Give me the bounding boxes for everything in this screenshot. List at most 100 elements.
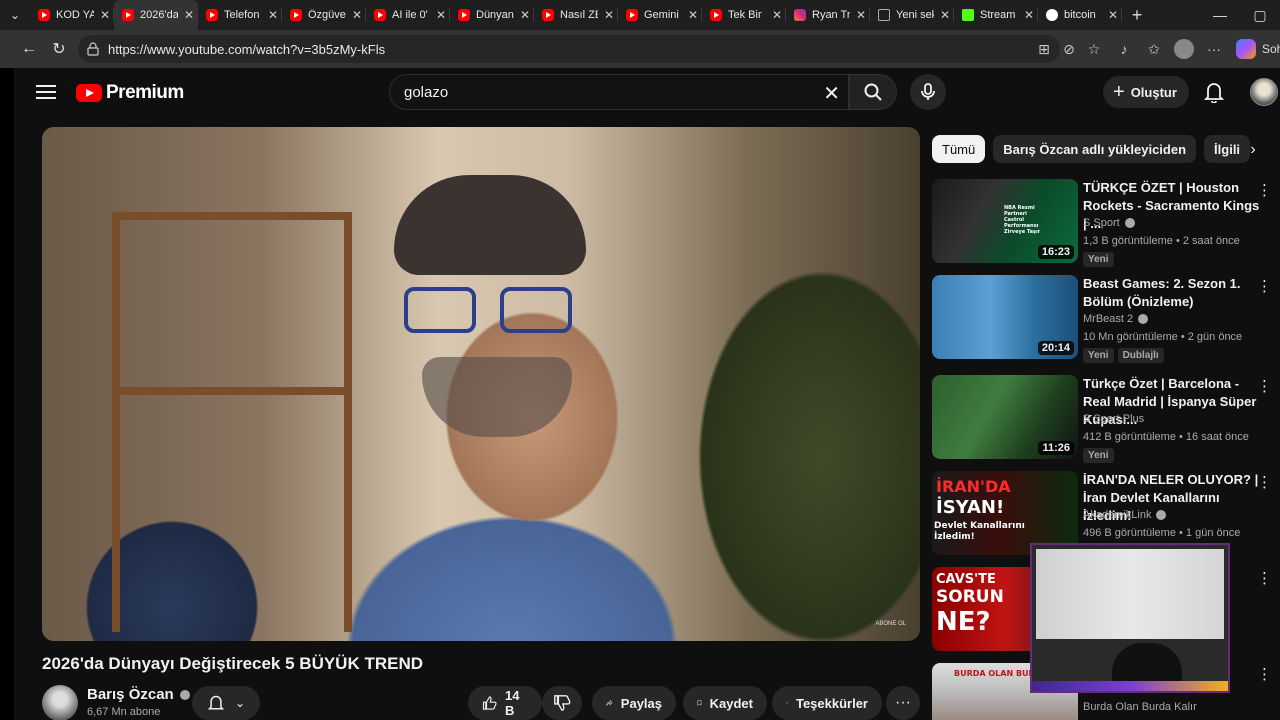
address-bar[interactable]: https://www.youtube.com/watch?v=3b5zMy-k… xyxy=(78,35,1060,63)
close-tab-icon[interactable]: ✕ xyxy=(352,8,362,22)
bell-icon xyxy=(207,695,225,710)
search-box: ✕ xyxy=(389,74,849,110)
clear-search-icon[interactable]: ✕ xyxy=(823,81,840,106)
video-duration: 20:14 xyxy=(1037,341,1074,355)
browser-tab[interactable]: Dünyan ✕ xyxy=(450,0,534,30)
video-player[interactable]: ABONE OL xyxy=(42,127,920,641)
browser-toolbar: ← ↻ https://www.youtube.com/watch?v=3b5z… xyxy=(0,30,1280,68)
video-menu-icon[interactable]: ⋮ xyxy=(1257,277,1272,295)
thanks-button[interactable]: $ Teşekkürler xyxy=(772,686,882,720)
profile-icon[interactable] xyxy=(1174,39,1194,59)
close-tab-icon[interactable]: ✕ xyxy=(268,8,278,22)
favorites-icon[interactable]: ✩ xyxy=(1144,39,1164,59)
video-channel[interactable]: S Sport xyxy=(1083,217,1135,229)
video-menu-icon[interactable]: ⋮ xyxy=(1257,569,1272,587)
back-icon[interactable]: ← xyxy=(14,34,44,64)
close-tab-icon[interactable]: ✕ xyxy=(1024,8,1034,22)
browser-tab[interactable]: Nasıl ZE ✕ xyxy=(534,0,618,30)
video-menu-icon[interactable]: ⋮ xyxy=(1257,181,1272,199)
reload-icon[interactable]: ↻ xyxy=(44,34,74,64)
browser-tab[interactable]: Ryan Tr ✕ xyxy=(786,0,870,30)
video-channel[interactable]: MrBeast 2 xyxy=(1083,313,1149,325)
chevron-right-icon[interactable]: › xyxy=(1242,140,1264,160)
video-thumbnail[interactable]: 11:26 xyxy=(932,375,1078,459)
new-tab-button[interactable]: + xyxy=(1122,5,1152,26)
close-tab-icon[interactable]: ✕ xyxy=(772,8,782,22)
url-text: https://www.youtube.com/watch?v=3b5zMy-k… xyxy=(108,41,386,57)
video-channel[interactable]: AkademikLink xyxy=(1083,509,1167,521)
search-input[interactable] xyxy=(404,83,784,101)
account-avatar[interactable] xyxy=(1250,78,1278,106)
video-menu-icon[interactable]: ⋮ xyxy=(1257,473,1272,491)
notifications-button[interactable] xyxy=(1200,78,1228,106)
browser-tab[interactable]: Telefon ✕ xyxy=(198,0,282,30)
close-tab-icon[interactable]: ✕ xyxy=(940,8,950,22)
dislike-button[interactable] xyxy=(542,686,582,720)
video-channel[interactable]: Burda Olan Burda Kalır xyxy=(1083,701,1197,713)
save-button[interactable]: Kaydet xyxy=(683,686,767,720)
browser-tab[interactable]: bitcoin ✕ xyxy=(1038,0,1122,30)
close-tab-icon[interactable]: ✕ xyxy=(1108,8,1118,22)
browser-tab[interactable]: Yeni sek ✕ xyxy=(870,0,954,30)
video-meta: 496 B görüntüleme • 1 gün önce xyxy=(1083,527,1241,539)
menu-icon[interactable] xyxy=(36,82,56,102)
browser-tab-active[interactable]: 2026'da ✕ xyxy=(114,0,198,30)
browser-tab[interactable]: KOD YA ✕ xyxy=(30,0,114,30)
close-tab-icon[interactable]: ✕ xyxy=(604,8,614,22)
close-tab-icon[interactable]: ✕ xyxy=(184,8,194,22)
settings-more-icon[interactable]: ··· xyxy=(1204,39,1224,59)
site-info-icon[interactable] xyxy=(86,42,100,56)
tab-actions-menu-icon[interactable]: ⌄ xyxy=(0,0,30,30)
bell-icon xyxy=(1204,83,1224,103)
recommended-video[interactable]: 20:14 Beast Games: 2. Sezon 1. Bölüm (Ön… xyxy=(932,275,1278,365)
tracking-prevention-icon[interactable]: ⊘ xyxy=(1059,39,1079,59)
browser-tab[interactable]: AI ile 0' ✕ xyxy=(366,0,450,30)
search-button[interactable] xyxy=(849,74,897,110)
video-title[interactable]: Beast Games: 2. Sezon 1. Bölüm (Önizleme… xyxy=(1083,275,1263,311)
video-channel[interactable]: S Sport Plus xyxy=(1083,413,1144,425)
channel-name-text: Barış Özcan xyxy=(87,686,174,703)
channel-name[interactable]: Barış Özcan xyxy=(87,686,190,703)
voice-search-button[interactable] xyxy=(910,74,946,110)
share-button[interactable]: Paylaş xyxy=(592,686,676,720)
copilot-label[interactable]: Soh xyxy=(1262,42,1280,56)
like-button[interactable]: 14 B xyxy=(468,686,542,720)
app-available-icon[interactable]: ⊞ xyxy=(1034,39,1054,59)
chip-all[interactable]: Tümü xyxy=(932,135,986,163)
video-meta: 1,3 B görüntüleme • 2 saat önce xyxy=(1083,235,1240,247)
youtube-logo-icon xyxy=(76,84,102,102)
thumbnail-text: İSYAN! xyxy=(936,497,1005,518)
close-tab-icon[interactable]: ✕ xyxy=(100,8,110,22)
video-thumbnail[interactable]: NBA Resmi Partneri Castrol Performansı Z… xyxy=(932,179,1078,263)
video-menu-icon[interactable]: ⋮ xyxy=(1257,665,1272,683)
close-tab-icon[interactable]: ✕ xyxy=(436,8,446,22)
video-badges: Yeni xyxy=(1083,448,1114,463)
browser-tab[interactable]: Tek Bir ✕ xyxy=(702,0,786,30)
subscription-notifications-button[interactable]: ⌄ xyxy=(192,686,260,720)
close-tab-icon[interactable]: ✕ xyxy=(520,8,530,22)
create-button[interactable]: + Oluştur xyxy=(1103,76,1189,108)
chip-from-uploader[interactable]: Barış Özcan adlı yükleyiciden xyxy=(993,135,1197,163)
browser-tab[interactable]: Stream ✕ xyxy=(954,0,1038,30)
youtube-icon xyxy=(626,9,638,21)
channel-avatar[interactable] xyxy=(42,685,78,720)
subscriber-count: 6,67 Mn abone xyxy=(87,706,161,718)
close-tab-icon[interactable]: ✕ xyxy=(856,8,866,22)
thumbnail-text: NBA Resmi Partneri Castrol Performansı Z… xyxy=(1004,205,1041,235)
video-thumbnail[interactable]: 20:14 xyxy=(932,275,1078,359)
minimize-icon[interactable]: — xyxy=(1200,0,1240,30)
favorite-star-icon[interactable]: ☆ xyxy=(1084,39,1104,59)
extensions-icon[interactable]: ♪ xyxy=(1114,39,1134,59)
maximize-icon[interactable]: ▢ xyxy=(1240,0,1280,30)
youtube-logo[interactable]: Premium xyxy=(76,82,184,104)
subscribe-watermark[interactable]: ABONE OL xyxy=(875,621,906,627)
copilot-icon[interactable] xyxy=(1236,39,1256,59)
browser-tab[interactable]: Gemini ✕ xyxy=(618,0,702,30)
recommended-video[interactable]: 11:26 Türkçe Özet | Barcelona - Real Mad… xyxy=(932,375,1278,465)
more-actions-button[interactable]: ··· xyxy=(886,686,920,720)
channel-name-text: Burda Olan Burda Kalır xyxy=(1083,701,1197,713)
close-tab-icon[interactable]: ✕ xyxy=(688,8,698,22)
browser-tab[interactable]: Özgüve ✕ xyxy=(282,0,366,30)
video-menu-icon[interactable]: ⋮ xyxy=(1257,377,1272,395)
recommended-video[interactable]: NBA Resmi Partneri Castrol Performansı Z… xyxy=(932,179,1278,269)
